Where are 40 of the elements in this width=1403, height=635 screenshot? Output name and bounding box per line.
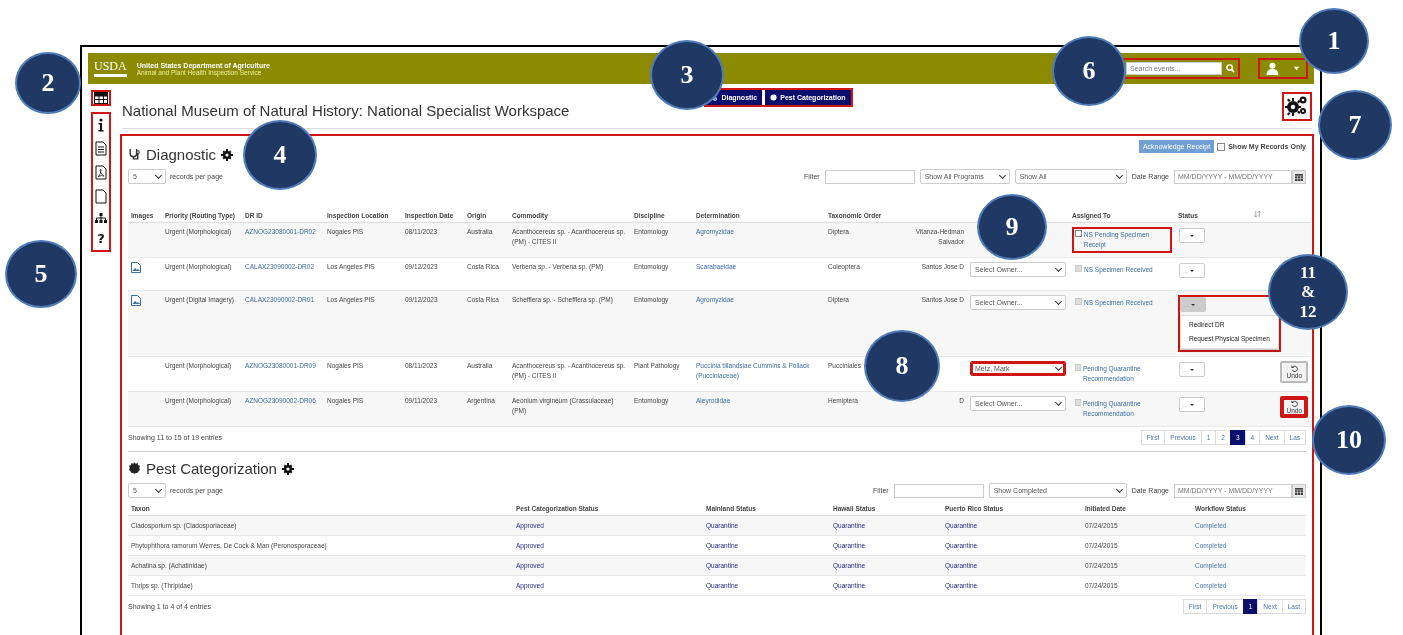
callout-marker: 5 bbox=[5, 240, 77, 308]
image-icon[interactable] bbox=[131, 262, 141, 273]
hierarchy-icon[interactable] bbox=[95, 213, 107, 223]
page-icon[interactable] bbox=[95, 189, 107, 204]
settings-icon[interactable] bbox=[221, 148, 234, 161]
info-icon[interactable] bbox=[98, 118, 104, 132]
calendar-icon bbox=[1295, 486, 1303, 495]
starburst-icon bbox=[128, 462, 141, 475]
checkbox[interactable] bbox=[1075, 230, 1082, 237]
callout-marker: 6 bbox=[1052, 36, 1126, 106]
usda-logo[interactable]: USDA bbox=[94, 60, 127, 77]
undo-icon bbox=[1290, 400, 1298, 407]
settings-icon[interactable] bbox=[1285, 94, 1309, 117]
pdf-icon[interactable] bbox=[95, 165, 107, 180]
document-icon[interactable] bbox=[95, 141, 107, 156]
search-icon[interactable] bbox=[1226, 64, 1235, 73]
help-icon[interactable]: ? bbox=[97, 232, 105, 246]
section-title: Pest Categorization bbox=[146, 460, 277, 477]
table-icon[interactable] bbox=[94, 92, 108, 104]
callout-marker: 9 bbox=[977, 194, 1047, 260]
callout-marker: 1 bbox=[1299, 8, 1369, 74]
page-title: National Museum of Natural History: National Specialist Workspace bbox=[122, 101, 570, 119]
settings-icon[interactable] bbox=[281, 462, 294, 475]
filter-field[interactable] bbox=[893, 483, 984, 498]
calendar-icon bbox=[1295, 172, 1303, 181]
undo-icon bbox=[1290, 365, 1298, 372]
image-icon[interactable] bbox=[131, 295, 141, 306]
checkbox[interactable] bbox=[1217, 142, 1226, 151]
stethoscope-icon bbox=[128, 148, 141, 161]
user-icon[interactable] bbox=[1266, 62, 1279, 75]
callout-marker: 10 bbox=[1312, 405, 1386, 475]
calendar-button[interactable] bbox=[1292, 483, 1306, 498]
callout-marker: 4 bbox=[243, 120, 317, 190]
filter-field[interactable] bbox=[824, 169, 915, 184]
callout-marker: 7 bbox=[1318, 90, 1392, 160]
caret-icon[interactable] bbox=[1293, 65, 1300, 72]
section-title: Diagnostic bbox=[146, 146, 217, 163]
circle-icon bbox=[770, 93, 778, 101]
calendar-button[interactable] bbox=[1292, 169, 1306, 184]
callout-marker: 2 bbox=[15, 52, 81, 114]
